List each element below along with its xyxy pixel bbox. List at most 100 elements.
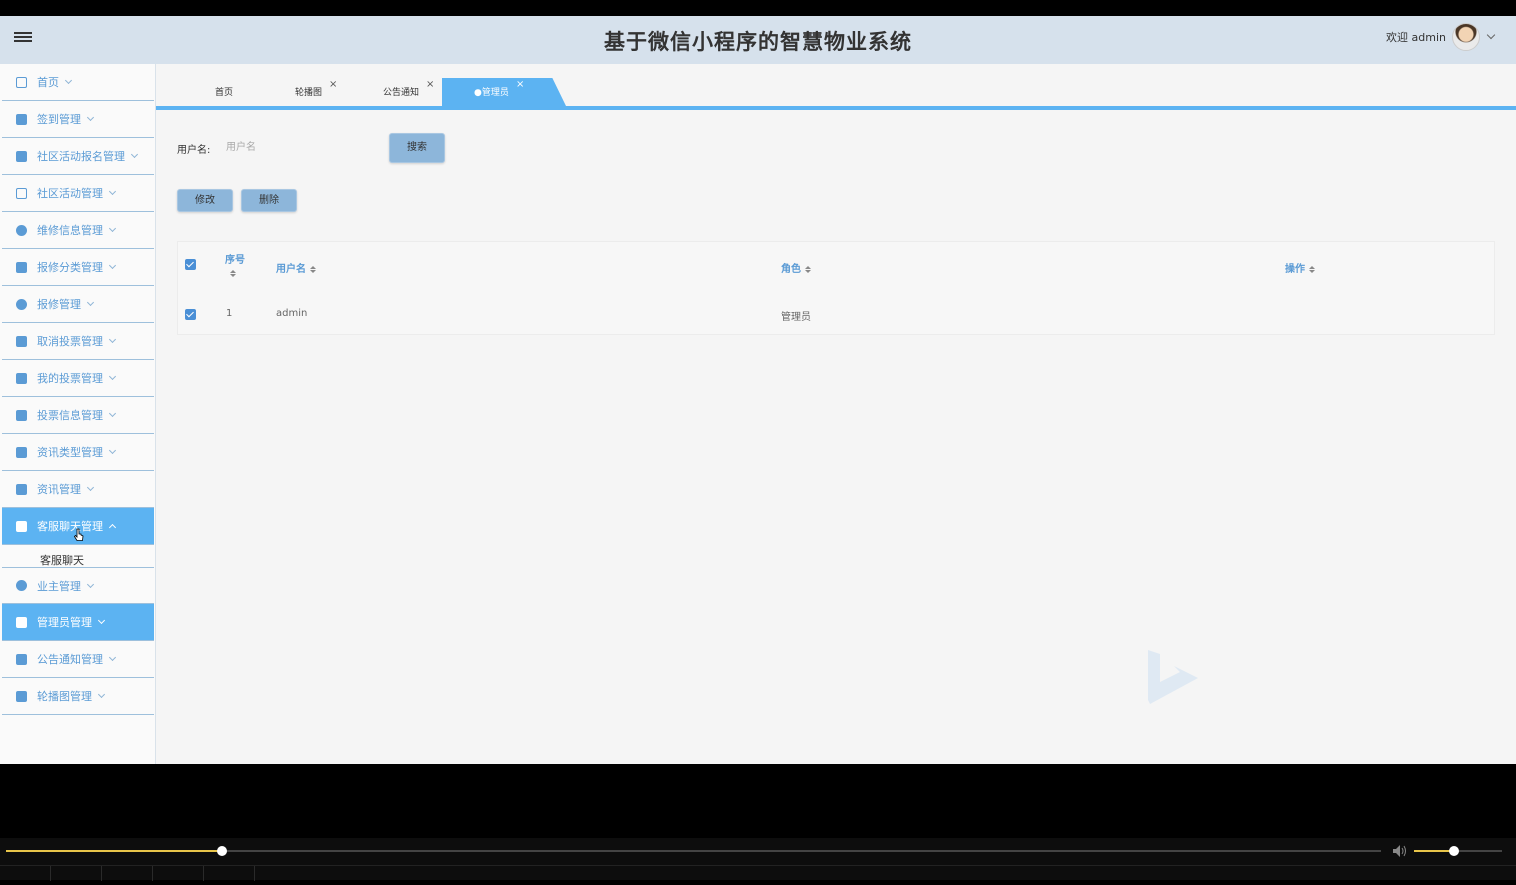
sidebar-item-label: 签到管理 xyxy=(37,113,81,126)
chevron-down-icon xyxy=(86,298,95,307)
tab-admin[interactable]: ●管理员 × xyxy=(442,78,566,106)
sidebar-item-label: 投票信息管理 xyxy=(37,409,103,422)
sidebar-item-label: 报修管理 xyxy=(37,298,81,311)
sidebar-item-repair[interactable]: 报修管理 xyxy=(2,286,154,323)
volume-handle[interactable] xyxy=(1448,846,1459,856)
chevron-down-icon xyxy=(97,690,106,699)
chevron-down-icon xyxy=(86,113,95,122)
tab-carousel[interactable]: 轮播图 × xyxy=(295,78,355,106)
avatar[interactable] xyxy=(1452,23,1480,51)
sidebar-item-repair-info[interactable]: 维修信息管理 xyxy=(2,212,154,249)
building-icon xyxy=(16,335,27,347)
sidebar-item-owner[interactable]: 业主管理 xyxy=(2,567,154,604)
sidebar-item-carousel[interactable]: 轮播图管理 xyxy=(2,678,154,715)
chevron-up-icon xyxy=(108,523,117,532)
column-header-username[interactable]: 用户名 xyxy=(276,260,316,275)
edit-button[interactable]: 修改 xyxy=(177,189,233,212)
volume-fill xyxy=(1414,850,1454,852)
tab-home[interactable]: 首页 xyxy=(215,78,255,106)
player-button[interactable] xyxy=(153,866,204,881)
app-window: 基于微信小程序的智慧物业系统 欢迎 admin 首页 签到管理 社区活动报名管理… xyxy=(0,16,1516,764)
sidebar-item-label: 资讯管理 xyxy=(37,483,81,496)
sort-icon[interactable] xyxy=(310,265,316,273)
delete-button[interactable]: 删除 xyxy=(241,189,297,212)
player-button[interactable] xyxy=(51,866,102,881)
chevron-down-icon xyxy=(64,76,73,85)
sidebar-item-activity-signup[interactable]: 社区活动报名管理 xyxy=(2,138,154,175)
column-header-ops[interactable]: 操作 xyxy=(1285,260,1315,275)
sort-icon[interactable] xyxy=(805,265,811,273)
panel-icon xyxy=(16,187,27,199)
app-title: 基于微信小程序的智慧物业系统 xyxy=(604,30,912,54)
chevron-down-icon[interactable] xyxy=(1486,30,1496,40)
sidebar-item-cancel-vote[interactable]: 取消投票管理 xyxy=(2,323,154,360)
sidebar-item-repair-category[interactable]: 报修分类管理 xyxy=(2,249,154,286)
sidebar-item-home[interactable]: 首页 xyxy=(2,64,154,101)
ticket-icon xyxy=(16,446,27,458)
sidebar-item-admin[interactable]: 管理员管理 xyxy=(2,604,154,641)
chevron-down-icon xyxy=(97,616,106,625)
volume-icon[interactable] xyxy=(1392,844,1408,858)
sidebar-item-news[interactable]: 资讯管理 xyxy=(2,471,154,508)
sidebar-item-label: 社区活动管理 xyxy=(37,187,103,200)
close-icon[interactable]: × xyxy=(516,78,524,100)
chevron-down-icon xyxy=(108,187,117,196)
owner-icon xyxy=(16,580,27,591)
vote-icon xyxy=(16,372,27,384)
sidebar-item-label: 取消投票管理 xyxy=(37,335,103,348)
search-button[interactable]: 搜索 xyxy=(389,133,445,163)
grid-icon xyxy=(16,150,27,162)
news-icon xyxy=(16,483,27,495)
chevron-down-icon xyxy=(108,409,117,418)
checkin-icon xyxy=(16,113,27,125)
progress-handle[interactable] xyxy=(216,846,227,856)
chevron-down-icon xyxy=(108,224,117,233)
close-icon[interactable]: × xyxy=(426,70,434,100)
sidebar: 首页 签到管理 社区活动报名管理 社区活动管理 维修信息管理 报修分类管理 报修… xyxy=(0,64,156,764)
player-button[interactable] xyxy=(0,866,51,881)
mouse-cursor-icon xyxy=(74,528,84,541)
sidebar-item-label: 客服聊天管理 xyxy=(37,520,103,533)
home-icon xyxy=(16,76,27,88)
chevron-down-icon xyxy=(108,335,117,344)
sidebar-item-my-vote[interactable]: 我的投票管理 xyxy=(2,360,154,397)
player-button[interactable] xyxy=(204,866,255,881)
sidebar-item-label: 报修分类管理 xyxy=(37,261,103,274)
username-search-input[interactable] xyxy=(226,136,376,158)
sidebar-item-checkin[interactable]: 签到管理 xyxy=(2,101,154,138)
sidebar-item-news-type[interactable]: 资讯类型管理 xyxy=(2,434,154,471)
sort-icon[interactable] xyxy=(230,270,245,277)
sidebar-item-vote-info[interactable]: 投票信息管理 xyxy=(2,397,154,434)
sidebar-subitem-chat[interactable]: 客服聊天 xyxy=(2,545,154,567)
column-header-label: 角色 xyxy=(781,264,801,275)
user-menu[interactable]: 欢迎 admin xyxy=(1386,22,1496,52)
cell-role: 管理员 xyxy=(781,312,811,323)
row-checkbox[interactable] xyxy=(185,309,196,320)
welcome-text: 欢迎 admin xyxy=(1386,31,1446,44)
sidebar-item-label: 公告通知管理 xyxy=(37,653,103,666)
username-label: 用户名: xyxy=(177,145,211,156)
close-icon[interactable]: × xyxy=(329,70,337,100)
volume-slider[interactable] xyxy=(1414,846,1502,856)
mail-icon xyxy=(16,409,27,421)
sidebar-item-notice[interactable]: 公告通知管理 xyxy=(2,641,154,678)
column-header-role[interactable]: 角色 xyxy=(781,260,811,275)
column-header-index[interactable]: 序号 xyxy=(225,251,245,277)
column-header-label: 操作 xyxy=(1285,264,1305,275)
cell-index: 1 xyxy=(226,308,233,319)
progress-bar[interactable] xyxy=(6,846,1381,856)
sidebar-item-label: 资讯类型管理 xyxy=(37,446,103,459)
sort-icon[interactable] xyxy=(1309,265,1315,273)
chevron-down-icon xyxy=(130,150,139,159)
select-all-checkbox[interactable] xyxy=(185,259,196,270)
chat-icon xyxy=(16,520,27,532)
column-header-label: 用户名 xyxy=(276,264,306,275)
progress-fill xyxy=(6,850,222,852)
player-button-bar xyxy=(0,865,1516,881)
sidebar-item-activity[interactable]: 社区活动管理 xyxy=(2,175,154,212)
tab-bar: 首页 轮播图 × 公告通知 × ●管理员 × xyxy=(156,78,1516,110)
tab-label: ●管理员 xyxy=(474,88,509,98)
sidebar-item-label: 业主管理 xyxy=(37,579,81,593)
tab-label: 公告通知 xyxy=(383,88,420,98)
player-button[interactable] xyxy=(102,866,153,881)
